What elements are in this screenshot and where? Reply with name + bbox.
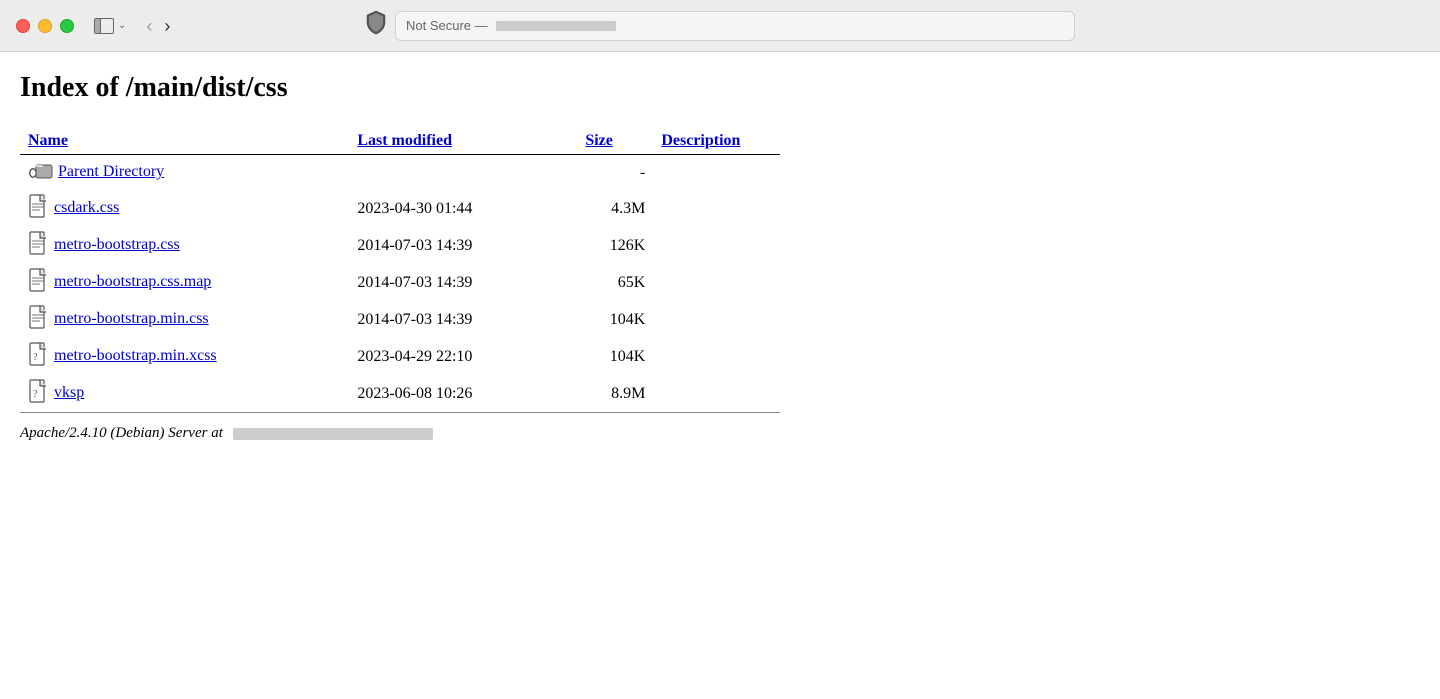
address-bar[interactable]: Not Secure — bbox=[395, 11, 1075, 41]
back-button[interactable]: ‹ bbox=[142, 17, 156, 35]
file-modified: 2014-07-03 14:39 bbox=[349, 227, 577, 264]
file-size: 4.3M bbox=[577, 190, 653, 227]
file-link[interactable]: Parent Directory bbox=[58, 163, 164, 180]
file-modified bbox=[349, 155, 577, 191]
server-footer-text: Apache/2.4.10 (Debian) Server at bbox=[20, 425, 223, 441]
close-button[interactable] bbox=[16, 19, 30, 33]
file-link[interactable]: metro-bootstrap.min.xcss bbox=[54, 347, 217, 364]
file-modified: 2023-04-29 22:10 bbox=[349, 338, 577, 375]
file-description bbox=[653, 155, 780, 191]
col-header-description[interactable]: Description bbox=[661, 132, 740, 149]
file-modified: 2023-04-30 01:44 bbox=[349, 190, 577, 227]
file-size: 8.9M bbox=[577, 375, 653, 413]
table-row: ? vksp 2023-06-08 10:268.9M bbox=[20, 375, 780, 413]
file-link[interactable]: metro-bootstrap.css.map bbox=[54, 273, 211, 290]
file-size: 104K bbox=[577, 301, 653, 338]
file-modified: 2023-06-08 10:26 bbox=[349, 375, 577, 413]
file-description bbox=[653, 338, 780, 375]
url-blurred bbox=[496, 21, 616, 31]
table-row: metro-bootstrap.css 2014-07-03 14:39126K bbox=[20, 227, 780, 264]
table-row: Parent Directory - bbox=[20, 155, 780, 191]
svg-text:?: ? bbox=[33, 352, 38, 363]
sidebar-toggle[interactable]: ⌄ bbox=[94, 18, 126, 34]
file-modified: 2014-07-03 14:39 bbox=[349, 264, 577, 301]
traffic-lights bbox=[16, 19, 74, 33]
file-size: 65K bbox=[577, 264, 653, 301]
table-row: csdark.css 2023-04-30 01:444.3M bbox=[20, 190, 780, 227]
file-icon bbox=[28, 305, 50, 334]
file-size: 126K bbox=[577, 227, 653, 264]
svg-text:?: ? bbox=[33, 389, 38, 400]
shield-icon bbox=[365, 10, 387, 41]
file-link[interactable]: metro-bootstrap.min.css bbox=[54, 310, 209, 327]
sidebar-icon bbox=[94, 18, 114, 34]
forward-button[interactable]: › bbox=[160, 17, 174, 35]
col-header-name[interactable]: Name bbox=[28, 132, 68, 149]
server-host-blurred bbox=[233, 428, 433, 440]
file-link[interactable]: metro-bootstrap.css bbox=[54, 236, 180, 253]
table-row: ? metro-bootstrap.min.xcss 2023-04-29 22:… bbox=[20, 338, 780, 375]
file-icon bbox=[28, 268, 50, 297]
file-table: Name Last modified Size Description Pare… bbox=[20, 128, 780, 413]
server-footer: Apache/2.4.10 (Debian) Server at bbox=[20, 425, 1420, 442]
file-description bbox=[653, 190, 780, 227]
file-icon: ? bbox=[28, 342, 50, 371]
file-icon bbox=[28, 231, 50, 260]
file-icon: ? bbox=[28, 379, 50, 408]
file-size: 104K bbox=[577, 338, 653, 375]
not-secure-label: Not Secure — bbox=[406, 18, 488, 33]
file-icon bbox=[28, 194, 50, 223]
nav-buttons: ‹ › bbox=[142, 17, 174, 35]
browser-chrome: ⌄ ‹ › Not Secure — bbox=[0, 0, 1440, 52]
file-size: - bbox=[577, 155, 653, 191]
file-description bbox=[653, 227, 780, 264]
table-row: metro-bootstrap.min.css 2014-07-03 14:391… bbox=[20, 301, 780, 338]
col-header-size[interactable]: Size bbox=[585, 132, 613, 149]
table-row: metro-bootstrap.css.map 2014-07-03 14:396… bbox=[20, 264, 780, 301]
page-content: Index of /main/dist/css Name Last modifi… bbox=[0, 52, 1440, 462]
page-title: Index of /main/dist/css bbox=[20, 72, 1420, 104]
file-description bbox=[653, 301, 780, 338]
file-icon bbox=[28, 159, 54, 186]
maximize-button[interactable] bbox=[60, 19, 74, 33]
file-modified: 2014-07-03 14:39 bbox=[349, 301, 577, 338]
file-description bbox=[653, 375, 780, 413]
col-header-modified[interactable]: Last modified bbox=[357, 132, 452, 149]
file-description bbox=[653, 264, 780, 301]
chevron-down-icon: ⌄ bbox=[118, 20, 126, 31]
minimize-button[interactable] bbox=[38, 19, 52, 33]
file-link[interactable]: vksp bbox=[54, 384, 84, 401]
file-link[interactable]: csdark.css bbox=[54, 199, 119, 216]
